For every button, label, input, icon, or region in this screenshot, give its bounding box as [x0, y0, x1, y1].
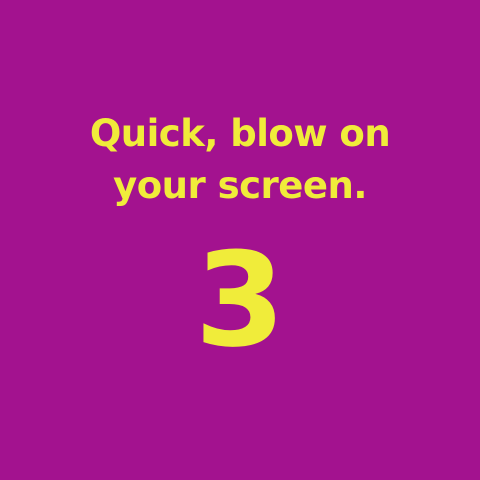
message-line-1: Quick, blow on [89, 112, 391, 155]
message-text: Quick, blow on your screen. [0, 108, 480, 212]
countdown-number: 3 [194, 224, 286, 376]
message-line-2: your screen. [113, 164, 367, 207]
canvas: Quick, blow on your screen. 3 [0, 0, 480, 480]
